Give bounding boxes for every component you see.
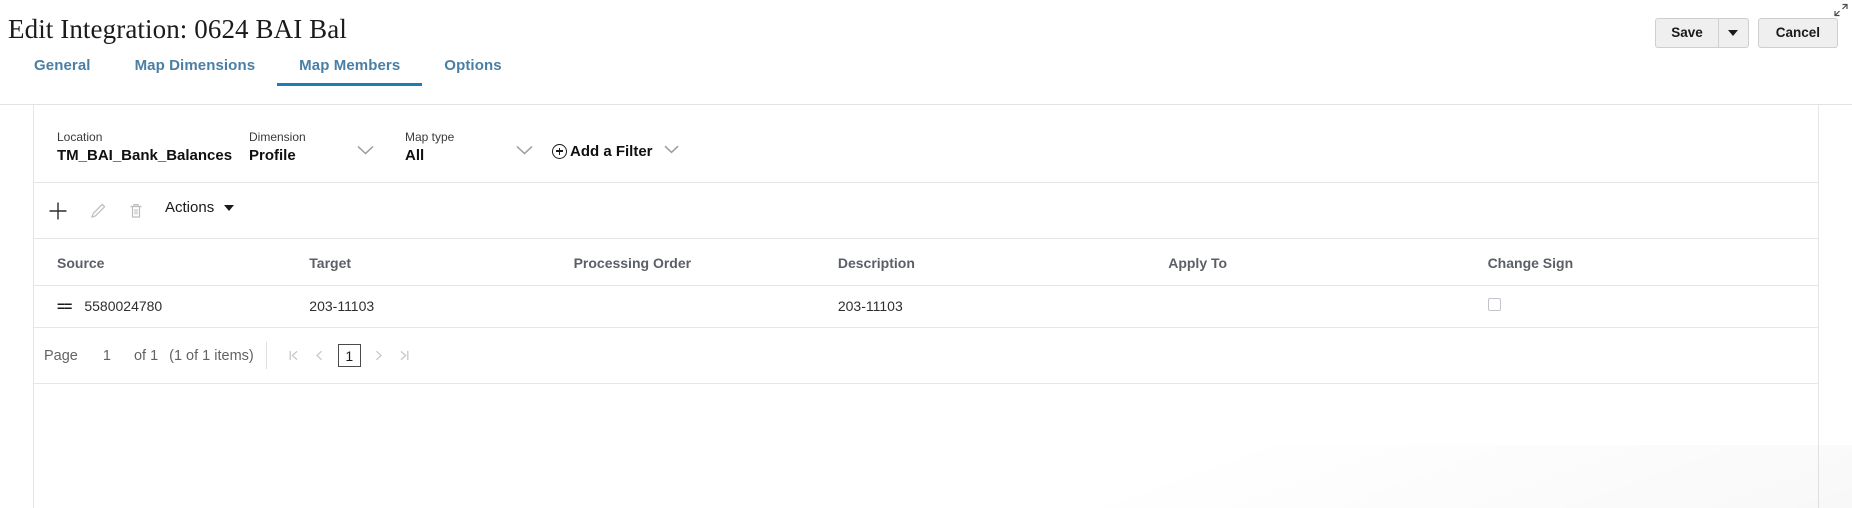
- plus-circle-icon: [552, 143, 567, 159]
- cell-description: 203-11103: [837, 285, 1169, 328]
- tab-map-members[interactable]: Map Members: [277, 57, 423, 86]
- table-header-row: Source Target Processing Order Descripti…: [34, 239, 1818, 286]
- plus-icon[interactable]: [44, 197, 72, 225]
- page-word-label: Page: [44, 347, 78, 364]
- location-label: Location: [57, 130, 103, 144]
- cell-processing-order: [573, 285, 838, 328]
- table-row[interactable]: == 5580024780 203-11103 203-11103: [34, 285, 1818, 328]
- column-header-source[interactable]: Source: [34, 239, 310, 286]
- map-type-label: Map type: [405, 130, 455, 144]
- pencil-icon: [84, 197, 112, 225]
- source-value: 5580024780: [84, 298, 163, 314]
- column-header-apply-to[interactable]: Apply To: [1168, 239, 1488, 286]
- header-actions: Save Cancel: [1655, 18, 1838, 48]
- table-toolbar: Actions: [34, 183, 1818, 239]
- location-field[interactable]: Location TM_BAI_Bank_Balances: [57, 130, 232, 167]
- actions-label: Actions: [165, 199, 215, 216]
- dimension-field[interactable]: Dimension Profile: [249, 130, 306, 167]
- current-page-number[interactable]: 1: [337, 344, 361, 367]
- trash-icon: [122, 197, 150, 225]
- change-sign-checkbox[interactable]: [1487, 298, 1501, 311]
- pagination-divider: [265, 342, 267, 369]
- chevron-down-icon[interactable]: [356, 143, 375, 161]
- column-header-description[interactable]: Description: [837, 239, 1169, 286]
- tab-bar: General Map Dimensions Map Members Optio…: [0, 57, 524, 93]
- cell-target: 203-11103: [309, 285, 574, 328]
- chevron-down-icon[interactable]: [663, 142, 680, 160]
- equals-operator-icon: ==: [57, 298, 72, 314]
- cell-change-sign: [1487, 285, 1818, 328]
- previous-page-icon[interactable]: [307, 343, 333, 369]
- tab-options[interactable]: Options: [422, 57, 523, 86]
- map-type-value: All: [405, 147, 425, 164]
- location-value: TM_BAI_Bank_Balances: [57, 147, 233, 164]
- last-page-icon[interactable]: [392, 343, 418, 369]
- add-filter-label: Add a Filter: [570, 142, 653, 160]
- add-a-filter-button[interactable]: Add a Filter: [552, 142, 680, 160]
- dimension-value: Profile: [249, 147, 296, 164]
- map-members-panel: Location TM_BAI_Bank_Balances Dimension …: [33, 105, 1819, 508]
- cancel-button[interactable]: Cancel: [1757, 18, 1838, 48]
- save-dropdown-button[interactable]: [1717, 18, 1749, 48]
- column-header-target[interactable]: Target: [309, 239, 574, 286]
- first-page-icon[interactable]: [281, 343, 307, 369]
- page-number-input[interactable]: 1: [103, 348, 111, 364]
- item-count-label: (1 of 1 items): [169, 347, 254, 364]
- chevron-down-icon: [1728, 30, 1739, 36]
- save-button[interactable]: Save: [1655, 18, 1718, 48]
- resize-diagonal-icon[interactable]: [1833, 2, 1849, 18]
- pagination-bar: Page 1 of 1 (1 of 1 items) 1: [34, 328, 1818, 384]
- chevron-down-icon[interactable]: [515, 143, 534, 161]
- cell-apply-to: [1168, 285, 1488, 328]
- page-total-label: of 1: [133, 347, 159, 364]
- caret-down-icon: [224, 204, 235, 211]
- column-header-change-sign[interactable]: Change Sign: [1487, 239, 1818, 286]
- column-header-processing-order[interactable]: Processing Order: [573, 239, 838, 286]
- filter-bar: Location TM_BAI_Bank_Balances Dimension …: [34, 105, 1818, 183]
- cell-source: == 5580024780: [34, 285, 310, 328]
- dimension-label: Dimension: [249, 130, 306, 144]
- actions-menu-button[interactable]: Actions: [165, 199, 235, 216]
- tab-general[interactable]: General: [0, 57, 113, 86]
- next-page-icon[interactable]: [366, 343, 392, 369]
- tab-map-dimensions[interactable]: Map Dimensions: [113, 57, 278, 86]
- page-title: Edit Integration: 0624 BAI Bal: [8, 14, 347, 44]
- map-members-table: Source Target Processing Order Descripti…: [34, 239, 1818, 328]
- map-type-field[interactable]: Map type All: [405, 130, 454, 167]
